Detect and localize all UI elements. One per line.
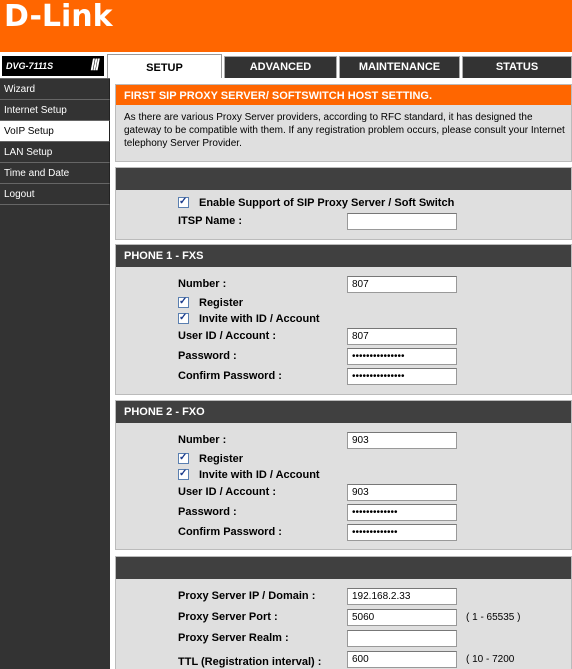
sidebar: Wizard Internet Setup VoIP Setup LAN Set… [0, 78, 110, 669]
intro-panel: FIRST SIP PROXY SERVER/ SOFTSWITCH HOST … [115, 84, 572, 162]
itsp-name-label: ITSP Name : [178, 215, 242, 227]
phone2-number-label: Number : [178, 434, 227, 446]
sidebar-item-internet-setup[interactable]: Internet Setup [0, 100, 110, 121]
phone2-userid-input[interactable]: 903 [347, 484, 457, 501]
phone1-invite-label: Invite with ID / Account [199, 313, 320, 325]
page-title: FIRST SIP PROXY SERVER/ SOFTSWITCH HOST … [116, 85, 571, 105]
phone2-invite-label: Invite with ID / Account [199, 469, 320, 481]
model-slashes: /// [90, 57, 100, 74]
sip-enable-section: Enable Support of SIP Proxy Server / Sof… [115, 167, 572, 240]
phone1-confirm-label: Confirm Password : [178, 370, 282, 382]
proxy-server-section: Proxy Server IP / Domain : 192.168.2.33 … [115, 556, 572, 669]
proxy-ip-input[interactable]: 192.168.2.33 [347, 588, 457, 605]
tab-advanced[interactable]: ADVANCED [224, 56, 337, 78]
phone2-section: PHONE 2 - FXO Number : 903 Register Invi… [115, 400, 572, 550]
phone2-number-input[interactable]: 903 [347, 432, 457, 449]
dlink-logo: D-Link [4, 0, 113, 34]
phone2-confirm-label: Confirm Password : [178, 526, 282, 538]
phone1-password-input[interactable]: ••••••••••••••• [347, 348, 457, 365]
proxy-port-label: Proxy Server Port : [178, 611, 278, 623]
phone2-invite-row: Invite with ID / Account [178, 467, 320, 482]
ttl-input[interactable]: 600 [347, 651, 457, 668]
header-banner: D-Link [0, 0, 572, 52]
main-content: FIRST SIP PROXY SERVER/ SOFTSWITCH HOST … [115, 84, 572, 162]
proxy-realm-label: Proxy Server Realm : [178, 632, 289, 644]
phone2-register-checkbox[interactable] [178, 451, 189, 465]
phone1-register-row: Register [178, 295, 244, 310]
proxy-port-input[interactable]: 5060 [347, 609, 457, 626]
enable-sip-label: Enable Support of SIP Proxy Server / Sof… [199, 197, 455, 209]
itsp-name-input[interactable] [347, 213, 457, 230]
sidebar-item-time-and-date[interactable]: Time and Date [0, 163, 110, 184]
phone2-register-label: Register [199, 453, 244, 465]
phone2-invite-checkbox[interactable] [178, 467, 189, 481]
proxy-section-header [116, 557, 571, 579]
sidebar-item-wizard[interactable]: Wizard [0, 79, 110, 100]
phone1-confirm-input[interactable]: ••••••••••••••• [347, 368, 457, 385]
tab-setup[interactable]: SETUP [107, 54, 222, 78]
phone2-confirm-input[interactable]: ••••••••••••• [347, 524, 457, 541]
phone1-userid-label: User ID / Account : [178, 330, 276, 342]
phone2-header: PHONE 2 - FXO [116, 401, 571, 423]
phone1-number-label: Number : [178, 278, 227, 290]
phone2-userid-label: User ID / Account : [178, 486, 276, 498]
phone2-register-row: Register [178, 451, 244, 466]
sidebar-item-voip-setup[interactable]: VoIP Setup [0, 121, 110, 142]
sidebar-item-logout[interactable]: Logout [0, 184, 110, 205]
phone1-register-label: Register [199, 297, 244, 309]
phone1-userid-input[interactable]: 807 [347, 328, 457, 345]
phone1-invite-checkbox[interactable] [178, 311, 189, 325]
phone1-number-input[interactable]: 807 [347, 276, 457, 293]
model-tag: DVG-7111S /// [2, 56, 104, 76]
phone1-invite-row: Invite with ID / Account [178, 311, 320, 326]
model-name: DVG-7111S [6, 61, 54, 71]
phone2-password-label: Password : [178, 506, 237, 518]
phone1-header: PHONE 1 - FXS [116, 245, 571, 267]
tab-status[interactable]: STATUS [462, 56, 572, 78]
ttl-label: TTL (Registration interval) : [178, 656, 322, 668]
proxy-ip-label: Proxy Server IP / Domain : [178, 590, 316, 602]
page-description: As there are various Proxy Server provid… [124, 112, 565, 149]
tab-maintenance[interactable]: MAINTENANCE [339, 56, 460, 78]
top-nav: DVG-7111S /// SETUP ADVANCED MAINTENANCE… [0, 52, 572, 78]
proxy-port-hint: ( 1 - 65535 ) [466, 612, 521, 623]
phone2-password-input[interactable]: ••••••••••••• [347, 504, 457, 521]
phone1-section: PHONE 1 - FXS Number : 807 Register Invi… [115, 244, 572, 395]
phone1-password-label: Password : [178, 350, 237, 362]
enable-sip-row: Enable Support of SIP Proxy Server / Sof… [178, 195, 455, 210]
proxy-realm-input[interactable] [347, 630, 457, 647]
sidebar-item-lan-setup[interactable]: LAN Setup [0, 142, 110, 163]
phone1-register-checkbox[interactable] [178, 295, 189, 309]
ttl-hint: ( 10 - 7200 [466, 654, 515, 665]
enable-sip-checkbox[interactable] [178, 195, 189, 209]
section-header-blank [116, 168, 571, 190]
